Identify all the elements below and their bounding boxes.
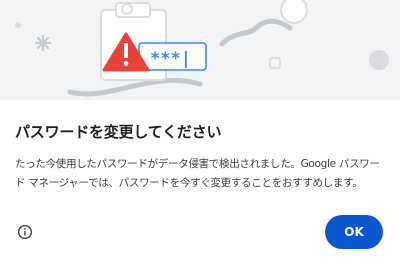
password-change-dialog: ***| パスワードを変更してください たった今使用したパスワードがデータ侵害で… bbox=[0, 0, 400, 265]
masked-password-text: ***| bbox=[150, 49, 191, 69]
decorative-square bbox=[269, 57, 281, 69]
info-icon[interactable] bbox=[17, 224, 33, 240]
illustration-banner: ***| bbox=[0, 0, 400, 100]
password-field-illustration: ***| bbox=[138, 42, 207, 71]
decorative-dot bbox=[15, 22, 21, 28]
dialog-message: たった今使用したパスワードがデータ侵害で検出されました。Google パスワード… bbox=[15, 158, 380, 189]
breach-illustration: ***| bbox=[15, 0, 389, 97]
dialog-title: パスワードを変更してください bbox=[15, 123, 222, 141]
info-icon-glyph bbox=[17, 224, 33, 240]
decorative-curve bbox=[219, 18, 293, 47]
decorative-curve bbox=[67, 77, 203, 97]
decorative-circle bbox=[280, 0, 308, 24]
sparkle-icon bbox=[34, 34, 52, 52]
ok-button[interactable]: OK bbox=[325, 215, 383, 249]
decorative-circle bbox=[369, 50, 389, 70]
